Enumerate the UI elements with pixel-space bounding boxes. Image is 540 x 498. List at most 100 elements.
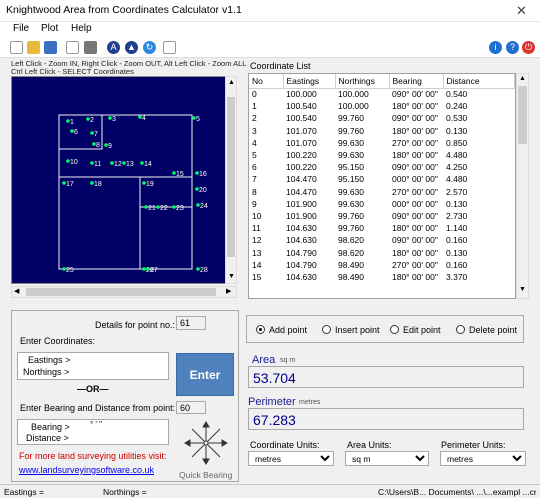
table-scroll-thumb[interactable]	[518, 86, 527, 144]
enter-button[interactable]: Enter	[176, 353, 234, 396]
table-row[interactable]: 3 101.070 99.760 180° 00' 00" 0.130	[249, 125, 515, 137]
col-eastings[interactable]: Eastings	[283, 74, 336, 89]
add-point-radio[interactable]: Add point	[256, 325, 307, 335]
table-row[interactable]: 12 104.630 98.620 090° 00' 00" 0.160	[249, 234, 515, 246]
save-icon[interactable]	[44, 41, 57, 54]
perimeter-units-select[interactable]: metres	[440, 451, 526, 466]
plot-point-label: 22	[160, 205, 168, 212]
open-folder-icon[interactable]	[27, 41, 40, 54]
table-row[interactable]: 9 101.900 99.630 000° 00' 00" 0.130	[249, 198, 515, 210]
area-units-select[interactable]: sq m	[345, 451, 429, 466]
menu-file[interactable]: File	[13, 23, 29, 34]
delete-point-radio[interactable]: Delete point	[456, 325, 517, 335]
details-point-input[interactable]	[176, 316, 206, 330]
enter-coordinates-title: Enter Coordinates:	[20, 336, 96, 346]
website-link[interactable]: www.landsurveyingsoftware.co.uk	[19, 465, 154, 475]
table-row[interactable]: 14 104.790 98.490 270° 00' 00" 0.160	[249, 259, 515, 271]
table-cell: 1.140	[446, 223, 468, 234]
scroll-up-icon[interactable]: ▲	[228, 79, 235, 86]
col-bearing[interactable]: Bearing	[389, 74, 444, 89]
help-icon[interactable]: ?	[506, 41, 519, 54]
col-distance[interactable]: Distance	[443, 74, 515, 89]
table-header-row: No Eastings Northings Bearing Distance	[249, 74, 515, 89]
bearing-distance-input-box[interactable]: Bearing > ° ' " Distance >	[17, 419, 169, 445]
table-cell: 0.850	[446, 137, 468, 148]
print-preview-icon[interactable]	[66, 41, 79, 54]
title-bar: Knightwood Area from Coordinates Calcula…	[0, 0, 540, 22]
table-cell: 0.130	[446, 247, 468, 258]
plot-canvas[interactable]: 1 2 3 4 5 6 7 8 9 10 11 12 13 14 15 16 17 18 19 20 21 22 23 24 2…	[11, 76, 237, 284]
plot-point-label: 12	[114, 161, 122, 168]
table-cell: 104.630	[286, 223, 317, 234]
col-no[interactable]: No	[249, 74, 284, 89]
refresh-icon[interactable]: ↻	[143, 41, 156, 54]
plot-scroll-thumb[interactable]	[227, 97, 235, 257]
table-cell: 270° 00' 00"	[392, 186, 438, 197]
list-icon[interactable]	[163, 41, 176, 54]
table-row[interactable]: 2 100.540 99.760 090° 00' 00" 0.530	[249, 112, 515, 124]
plot-hscroll-thumb[interactable]	[26, 288, 216, 296]
plot-vertical-scrollbar[interactable]: ▲ ▼	[225, 76, 237, 284]
table-cell: 95.150	[338, 162, 364, 173]
insert-point-radio[interactable]: Insert point	[322, 325, 380, 335]
edit-point-radio[interactable]: Edit point	[390, 325, 441, 335]
table-cell: 13	[252, 247, 262, 258]
scroll-down-icon[interactable]: ▼	[228, 273, 235, 280]
coordinate-units-select[interactable]: metres	[248, 451, 334, 466]
bearing-point-input[interactable]	[176, 401, 206, 414]
table-cell: 0.160	[446, 235, 468, 246]
table-scroll-up-icon[interactable]: ▲	[519, 75, 526, 82]
triangle-icon[interactable]: ▲	[125, 41, 138, 54]
table-cell: 100.000	[338, 101, 369, 112]
table-row[interactable]: 11 104.630 99.760 180° 00' 00" 1.140	[249, 222, 515, 234]
table-row[interactable]: 6 100.220 95.150 090° 00' 00" 4.250	[249, 161, 515, 173]
menu-bar: File Plot Help	[0, 22, 540, 38]
compass-icon[interactable]	[182, 420, 230, 466]
area-result-box: 53.704	[248, 366, 524, 388]
table-row[interactable]: 1 100.540 100.000 180° 00' 00" 0.240	[249, 100, 515, 112]
print-icon[interactable]	[84, 41, 97, 54]
scroll-right-icon[interactable]: ▶	[226, 287, 231, 295]
toolbar: A ▲ ↻ i ? ⏻	[0, 38, 540, 58]
coordinates-input-box[interactable]: Eastings > Northings >	[17, 352, 169, 380]
table-scroll-down-icon[interactable]: ▼	[519, 286, 526, 293]
bearing-field[interactable]: Bearing >	[31, 422, 70, 432]
table-row[interactable]: 10 101.900 99.760 090° 00' 00" 2.730	[249, 210, 515, 222]
exit-icon[interactable]: ⏻	[522, 41, 535, 54]
menu-help[interactable]: Help	[71, 23, 92, 34]
table-cell: 99.760	[338, 210, 364, 221]
plot-drawing[interactable]: 1 2 3 4 56 78 910 11 12 13 1415 1617 18 192021 22 23 242…	[12, 77, 236, 283]
new-file-icon[interactable]	[10, 41, 23, 54]
eastings-field[interactable]: Eastings >	[28, 355, 70, 365]
table-cell: 8	[252, 186, 257, 197]
menu-plot[interactable]: Plot	[41, 23, 58, 34]
table-row[interactable]: 4 101.070 99.630 270° 00' 00" 0.850	[249, 137, 515, 149]
table-row[interactable]: 7 104.470 95.150 000° 00' 00" 4.480	[249, 173, 515, 185]
table-vertical-scrollbar[interactable]: ▲ ▼	[516, 73, 529, 299]
table-cell: 090° 00' 00"	[392, 89, 438, 100]
table-cell: 0.530	[446, 113, 468, 124]
plot-point-label: 24	[200, 203, 208, 210]
plot-point-label: 20	[199, 187, 207, 194]
table-row[interactable]: 8 104.470 99.630 270° 00' 00" 2.570	[249, 186, 515, 198]
close-icon[interactable]: ✕	[516, 3, 527, 19]
table-row[interactable]: 13 104.790 98.620 180° 00' 00" 0.130	[249, 246, 515, 258]
plot-point-label: 5	[196, 116, 200, 123]
quick-bearing-compass[interactable]	[182, 420, 230, 466]
col-northings[interactable]: Northings	[335, 74, 390, 89]
scroll-left-icon[interactable]: ◀	[14, 287, 19, 295]
table-cell: 0.160	[446, 259, 468, 270]
quick-bearing-label: Quick Bearing	[179, 470, 233, 480]
table-row[interactable]: 5 100.220 99.630 180° 00' 00" 4.480	[249, 149, 515, 161]
table-row[interactable]: 0 100.000 100.000 090° 00' 00" 0.540	[249, 88, 515, 100]
northings-field[interactable]: Northings >	[23, 367, 69, 377]
table-row[interactable]: 15 104.630 98.490 180° 00' 00" 3.370	[249, 271, 515, 283]
info-icon[interactable]: i	[489, 41, 502, 54]
distance-field[interactable]: Distance >	[26, 433, 69, 443]
table-cell: 15	[252, 271, 262, 282]
plot-horizontal-scrollbar[interactable]: ◀ ▶	[11, 286, 237, 298]
zoom-all-icon[interactable]: A	[107, 41, 120, 54]
coordinate-table[interactable]: No Eastings Northings Bearing Distance 0…	[248, 73, 516, 299]
table-cell: 180° 00' 00"	[392, 271, 438, 282]
plot-boundary	[58, 176, 141, 270]
